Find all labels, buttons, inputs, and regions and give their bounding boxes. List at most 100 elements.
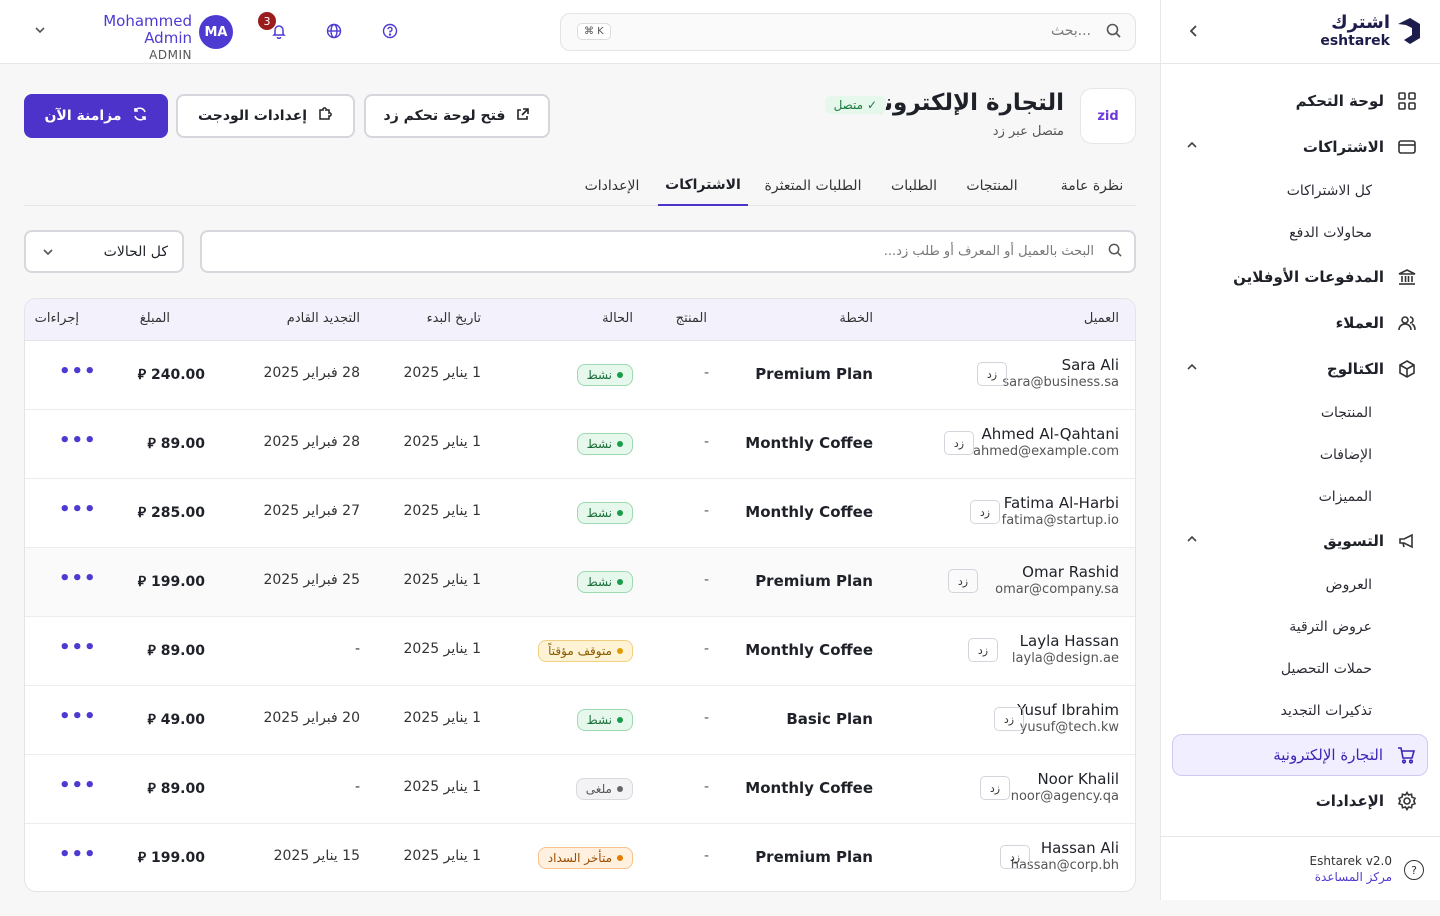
table-row[interactable]: Sara Ali sara@business.sa زد Premium Plan - ن… <box>25 341 1135 410</box>
gear-icon <box>1396 790 1418 812</box>
next-renewal-cell: 15 يناير 2025 <box>273 848 360 864</box>
customer-cell: Fatima Al-Harbi fatima@startup.io <box>1002 494 1119 530</box>
sidebar-item-payment-attempts[interactable]: محاولات الدفع <box>1172 212 1428 254</box>
collapse-sidebar-icon[interactable] <box>1185 22 1203 40</box>
customer-name: Ahmed Al-Qahtani <box>981 425 1119 443</box>
sidebar-item-offline-payments[interactable]: المدفوعات الأوفلاين <box>1172 254 1428 300</box>
next-renewal-cell: 20 فبراير 2025 <box>263 710 360 726</box>
sidebar-item-products[interactable]: المنتجات <box>1172 392 1428 434</box>
table-row[interactable]: Ahmed Al-Qahtani ahmed@example.com زد Month… <box>25 410 1135 479</box>
tab-products[interactable]: المنتجات <box>948 166 1036 206</box>
customer-name: Layla Hassan <box>1019 632 1119 650</box>
product-cell: - <box>703 779 709 795</box>
amount-cell: 240.00 ⃁ <box>137 367 205 383</box>
tab-orders[interactable]: الطلبات <box>882 166 946 206</box>
subscriptions-search-input[interactable]: البحث بالعميل أو المعرف أو طلب زد... <box>200 230 1136 273</box>
more-actions-icon[interactable]: ••• <box>59 637 97 658</box>
col-status: الحالة <box>602 311 633 326</box>
brand-logo[interactable]: اشترك eshtarek <box>1320 14 1422 48</box>
brand-name-ar: اشترك <box>1331 12 1390 33</box>
sync-now-button[interactable]: مزامنة الآن <box>24 94 168 138</box>
status-filter-select[interactable]: كل الحالات <box>24 230 184 273</box>
sidebar-item-settings[interactable]: الإعدادات <box>1172 778 1428 824</box>
tab-overview[interactable]: نظرة عامة <box>1048 166 1136 206</box>
more-actions-icon[interactable]: ••• <box>59 775 97 796</box>
more-actions-icon[interactable]: ••• <box>59 430 97 451</box>
open-zid-dashboard-button[interactable]: فتح لوحة تحكم زد <box>364 94 550 138</box>
sidebar-item-marketing[interactable]: التسويق <box>1172 518 1428 564</box>
customer-cell: Layla Hassan layla@design.ae <box>1012 632 1119 668</box>
search-icon <box>1106 23 1121 42</box>
start-date-cell: 1 يناير 2025 <box>403 503 481 519</box>
sidebar-item-dashboard[interactable]: لوحة التحكم <box>1172 78 1428 124</box>
start-date-cell: 1 يناير 2025 <box>403 779 481 795</box>
sidebar-item-all-subscriptions[interactable]: كل الاشتراكات <box>1172 170 1428 212</box>
start-date-cell: 1 يناير 2025 <box>403 434 481 450</box>
customer-email: ahmed@example.com <box>973 444 1119 459</box>
plan-cell: Monthly Coffee <box>745 641 873 659</box>
table-row[interactable]: Fatima Al-Harbi fatima@startup.io زد Monthl… <box>25 479 1135 548</box>
table-row[interactable]: Hassan Ali hassan@corp.bh زد Premium Plan - م… <box>25 824 1135 891</box>
status-dot <box>617 372 623 378</box>
sidebar-item-upgrade-offers[interactable]: عروض الترقية <box>1172 606 1428 648</box>
sidebar-nav: لوحة التحكم الاشتراكات كل الاشتراكات محا… <box>1172 78 1428 824</box>
tab-failed-orders[interactable]: الطلبات المتعثرة <box>748 166 878 206</box>
sidebar-item-ecommerce[interactable]: التجارة الإلكترونية <box>1172 734 1428 776</box>
product-cell: - <box>703 710 709 726</box>
sidebar-header: اشترك eshtarek <box>1161 0 1440 64</box>
tab-subscriptions[interactable]: الاشتراكات <box>658 166 748 206</box>
more-actions-icon[interactable]: ••• <box>59 706 97 727</box>
zid-source-tag: زد <box>970 500 1000 524</box>
avatar[interactable]: MA <box>199 15 233 49</box>
chevron-up-icon[interactable] <box>1186 360 1198 374</box>
globe-icon[interactable] <box>323 20 345 42</box>
chevron-up-icon[interactable] <box>1186 138 1198 152</box>
topbar: Mohammed Admin ADMIN MA 3 بحث... ⌘ K <box>0 0 1160 64</box>
table-row[interactable]: Noor Khalil noor@agency.qa زد Monthly Coffe… <box>25 755 1135 824</box>
help-circle-icon[interactable]: ? <box>1404 860 1424 880</box>
col-next-renewal: التجديد القادم <box>286 311 360 326</box>
more-actions-icon[interactable]: ••• <box>59 499 97 520</box>
sidebar-item-offers[interactable]: العروض <box>1172 564 1428 606</box>
sidebar-item-label: الاشتراكات <box>1302 138 1384 156</box>
global-search-input[interactable]: بحث... ⌘ K <box>560 13 1136 51</box>
sidebar-item-dunning[interactable]: حملات التحصيل <box>1172 648 1428 690</box>
zid-source-tag: زد <box>980 776 1010 800</box>
col-plan: الخطة <box>839 311 873 326</box>
plan-cell: Monthly Coffee <box>745 779 873 797</box>
sidebar-item-label: لوحة التحكم <box>1295 92 1384 110</box>
sidebar-item-renewal-reminders[interactable]: تذكيرات التجديد <box>1172 690 1428 732</box>
user-menu[interactable]: Mohammed Admin ADMIN <box>58 13 192 64</box>
customer-name: Noor Khalil <box>1037 770 1119 788</box>
widget-settings-button[interactable]: إعدادات الودجت <box>176 94 355 138</box>
help-icon[interactable] <box>379 20 401 42</box>
customer-email: noor@agency.qa <box>1010 789 1119 804</box>
sidebar-item-features[interactable]: المميزات <box>1172 476 1428 518</box>
chevron-up-icon[interactable] <box>1186 532 1198 546</box>
tab-settings[interactable]: الإعدادات <box>572 166 652 206</box>
sidebar-item-subscriptions[interactable]: الاشتراكات <box>1172 124 1428 170</box>
more-actions-icon[interactable]: ••• <box>59 361 97 382</box>
tabs: نظرة عامة المنتجات الطلبات الطلبات المتع… <box>24 166 1136 206</box>
table-row[interactable]: Layla Hassan layla@design.ae زد Monthly Cof… <box>25 617 1135 686</box>
sidebar-item-customers[interactable]: العملاء <box>1172 300 1428 346</box>
sidebar-item-addons[interactable]: الإضافات <box>1172 434 1428 476</box>
bank-icon <box>1396 266 1418 288</box>
card-icon <box>1396 136 1418 158</box>
status-dot <box>617 855 623 861</box>
widget-settings-label: إعدادات الودجت <box>197 108 308 124</box>
status-dot <box>617 441 623 447</box>
more-actions-icon[interactable]: ••• <box>59 568 97 589</box>
status-label: متأخر السداد <box>547 851 612 865</box>
start-date-cell: 1 يناير 2025 <box>403 365 481 381</box>
sidebar-item-catalog[interactable]: الكتالوج <box>1172 346 1428 392</box>
table-row[interactable]: Yusuf Ibrahim yusuf@tech.kw زد Basic Plan - ن… <box>25 686 1135 755</box>
table-body: Sara Ali sara@business.sa زد Premium Plan - ن… <box>25 341 1135 891</box>
col-customer: العميل <box>1083 311 1119 326</box>
chevron-down-icon[interactable] <box>34 24 46 37</box>
help-center-link[interactable]: مركز المساعدة <box>1310 869 1392 885</box>
more-actions-icon[interactable]: ••• <box>59 844 97 865</box>
next-renewal-cell: 28 فبراير 2025 <box>263 434 360 450</box>
table-row[interactable]: Omar Rashid omar@company.sa زد Premium Plan… <box>25 548 1135 617</box>
amount-cell: 89.00 ⃁ <box>147 781 206 797</box>
